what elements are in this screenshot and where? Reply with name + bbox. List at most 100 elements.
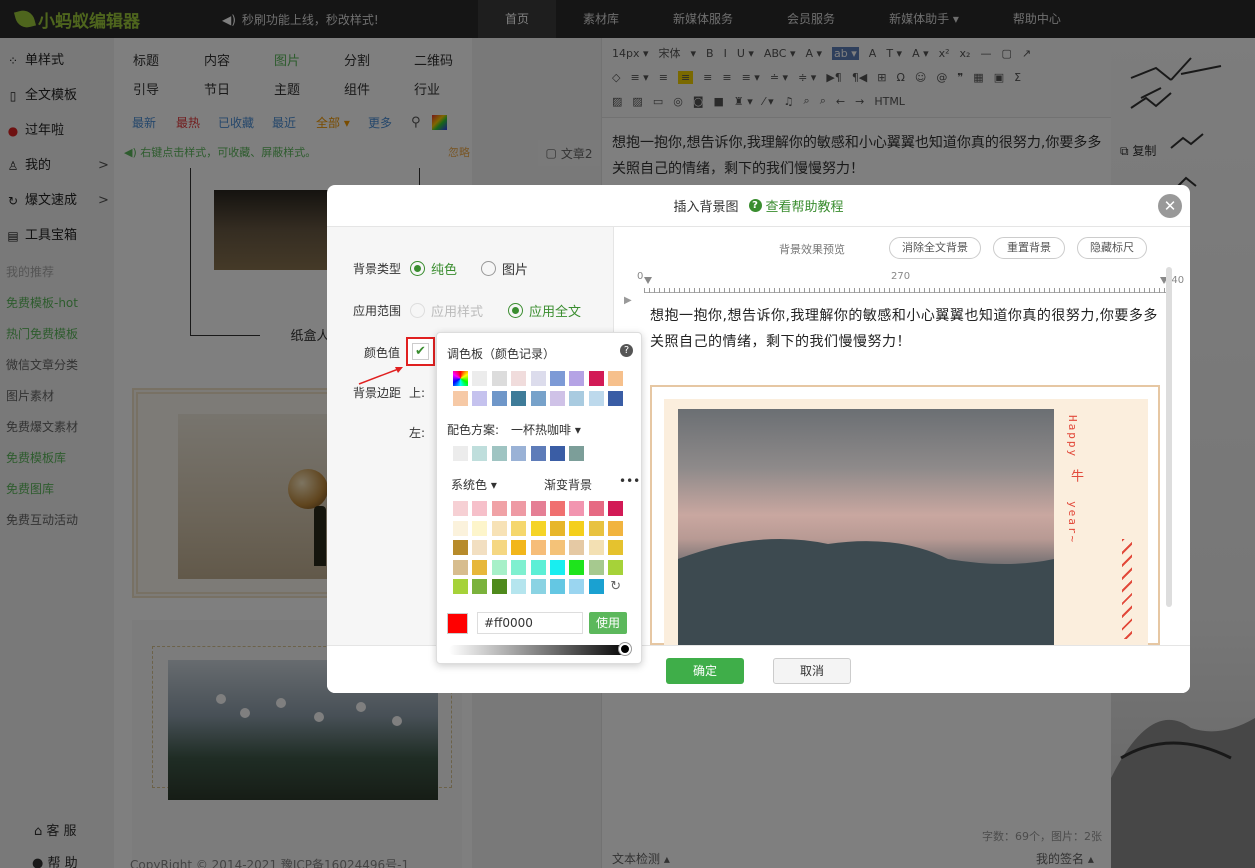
system-swatch[interactable] — [608, 501, 624, 516]
opacity-slider[interactable] — [449, 645, 631, 655]
system-swatch[interactable] — [472, 520, 488, 536]
system-swatch[interactable] — [491, 540, 507, 555]
system-swatch[interactable] — [530, 540, 546, 555]
scheme-swatch[interactable] — [569, 446, 585, 461]
close-button[interactable]: ✕ — [1158, 194, 1182, 218]
scheme-swatch[interactable] — [550, 446, 565, 461]
system-swatch[interactable] — [569, 520, 585, 536]
radio-solid-color[interactable]: 纯色 — [410, 259, 457, 278]
hide-ruler-button[interactable]: 隐藏标尺 — [1077, 237, 1147, 259]
system-swatch[interactable] — [491, 501, 507, 516]
scheme-swatch[interactable] — [530, 446, 546, 461]
system-swatch[interactable] — [608, 520, 624, 536]
system-swatch[interactable] — [491, 579, 507, 594]
history-swatch[interactable] — [472, 391, 488, 406]
history-swatch[interactable] — [472, 371, 488, 386]
system-swatch[interactable] — [453, 540, 468, 555]
history-swatch[interactable] — [588, 371, 604, 386]
system-swatch[interactable] — [491, 559, 507, 575]
system-swatch[interactable] — [588, 501, 604, 516]
preview-scrollbar[interactable] — [1166, 267, 1172, 607]
system-swatch[interactable] — [550, 559, 565, 575]
clear-background-button[interactable]: 消除全文背景 — [889, 237, 981, 259]
indent-marker-icon[interactable]: ▶ — [624, 295, 632, 306]
radio-dot — [410, 261, 425, 276]
scheme-swatch[interactable] — [453, 446, 468, 461]
scheme-swatch[interactable] — [472, 446, 488, 461]
refresh-icon[interactable]: ↻ — [608, 579, 623, 594]
system-swatch[interactable] — [550, 579, 565, 594]
system-swatch[interactable] — [569, 559, 585, 575]
system-swatch[interactable] — [588, 540, 604, 555]
more-icon[interactable]: ••• — [619, 474, 640, 488]
system-swatch[interactable] — [472, 501, 488, 516]
history-swatch[interactable] — [608, 371, 624, 386]
radio-apply-full[interactable]: 应用全文 — [508, 301, 581, 320]
ruler-label: 270 — [891, 271, 911, 282]
history-swatch[interactable] — [491, 391, 507, 406]
system-swatch[interactable] — [530, 559, 546, 575]
system-swatch[interactable] — [530, 520, 546, 536]
history-swatch[interactable] — [608, 391, 624, 406]
preview-text: 想抱一抱你,想告诉你,我理解你的敏感和小心翼翼也知道你真的很努力,你要多多关照自… — [650, 308, 1158, 350]
preview-photo — [678, 409, 1054, 645]
system-swatch[interactable] — [608, 559, 624, 575]
scheme-dropdown[interactable]: 一杯热咖啡 ▾ — [511, 421, 581, 438]
radio-image[interactable]: 图片 — [481, 259, 528, 278]
color-value-swatch[interactable]: ✔ — [406, 337, 435, 366]
history-swatch[interactable] — [550, 371, 565, 386]
history-swatch[interactable] — [511, 371, 527, 386]
system-swatch[interactable] — [530, 501, 546, 516]
history-swatch[interactable] — [569, 371, 585, 386]
system-swatch[interactable] — [569, 501, 585, 516]
system-color-dropdown[interactable]: 系统色 ▾ — [451, 476, 497, 493]
gradient-background-tab[interactable]: 渐变背景 — [544, 476, 592, 493]
opacity-slider-handle[interactable] — [619, 643, 631, 655]
scheme-swatch[interactable] — [511, 446, 527, 461]
system-swatch[interactable] — [550, 540, 565, 555]
check-icon: ✔ — [412, 343, 429, 360]
system-swatch[interactable] — [472, 540, 488, 555]
system-swatch[interactable] — [511, 501, 527, 516]
system-swatch[interactable] — [453, 579, 468, 594]
system-swatch[interactable] — [530, 579, 546, 594]
system-swatch[interactable] — [491, 520, 507, 536]
system-swatch[interactable] — [569, 579, 585, 594]
system-swatch[interactable] — [511, 520, 527, 536]
history-swatch[interactable] — [550, 391, 565, 406]
use-color-button[interactable]: 使用 — [589, 612, 627, 634]
system-swatch[interactable] — [588, 559, 604, 575]
system-swatch[interactable] — [511, 579, 527, 594]
hex-input[interactable]: #ff0000 — [477, 612, 583, 634]
history-swatch[interactable] — [453, 391, 468, 406]
history-swatch[interactable] — [569, 391, 585, 406]
system-swatch[interactable] — [608, 540, 624, 555]
history-swatch[interactable] — [530, 371, 546, 386]
system-swatch[interactable] — [550, 520, 565, 536]
help-tutorial-link[interactable]: ? 查看帮助教程 — [748, 196, 844, 215]
radio-apply-style[interactable]: 应用样式 — [410, 301, 483, 320]
system-swatch[interactable] — [453, 520, 468, 536]
system-swatch[interactable] — [511, 540, 527, 555]
system-swatch[interactable] — [472, 559, 488, 575]
system-swatch[interactable] — [511, 559, 527, 575]
system-swatch[interactable] — [472, 579, 488, 594]
red-arrow-annotation — [358, 367, 403, 385]
cancel-button[interactable]: 取消 — [773, 658, 851, 684]
scheme-swatch[interactable] — [491, 446, 507, 461]
reset-background-button[interactable]: 重置背景 — [993, 237, 1065, 259]
modal-header: 插入背景图 ? 查看帮助教程 — [327, 185, 1190, 227]
system-swatch[interactable] — [588, 579, 604, 594]
system-swatch[interactable] — [453, 501, 468, 516]
system-swatch[interactable] — [550, 501, 565, 516]
history-swatch[interactable] — [588, 391, 604, 406]
history-swatch[interactable] — [530, 391, 546, 406]
system-swatch[interactable] — [453, 559, 468, 575]
history-swatch[interactable] — [491, 371, 507, 386]
confirm-button[interactable]: 确定 — [666, 658, 744, 684]
system-swatch[interactable] — [588, 520, 604, 536]
history-swatch[interactable] — [511, 391, 527, 406]
help-icon[interactable]: ? — [620, 344, 633, 357]
custom-color-icon[interactable] — [453, 371, 468, 386]
system-swatch[interactable] — [569, 540, 585, 555]
